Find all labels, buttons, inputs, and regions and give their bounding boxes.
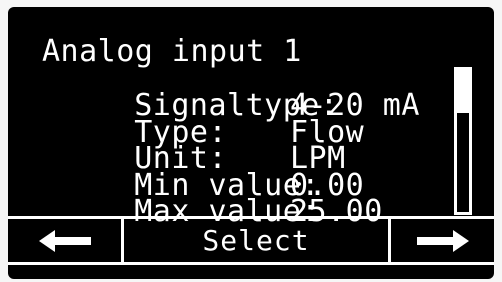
- scrollbar-thumb[interactable]: [457, 70, 469, 113]
- lcd-screen: Analog input 1 Signaltype: 4-20 mA Type: F…: [8, 7, 494, 279]
- softkey-bar: Select: [8, 219, 494, 262]
- divider: [8, 262, 494, 265]
- select-button[interactable]: Select: [124, 219, 388, 262]
- arrow-right-icon: [416, 229, 469, 252]
- page-title: Analog input 1: [42, 34, 302, 69]
- arrow-left-icon: [38, 229, 91, 252]
- select-label: Select: [202, 224, 310, 257]
- softkey-left[interactable]: [8, 219, 121, 262]
- scrollbar[interactable]: [454, 67, 472, 215]
- softkey-right[interactable]: [391, 219, 494, 262]
